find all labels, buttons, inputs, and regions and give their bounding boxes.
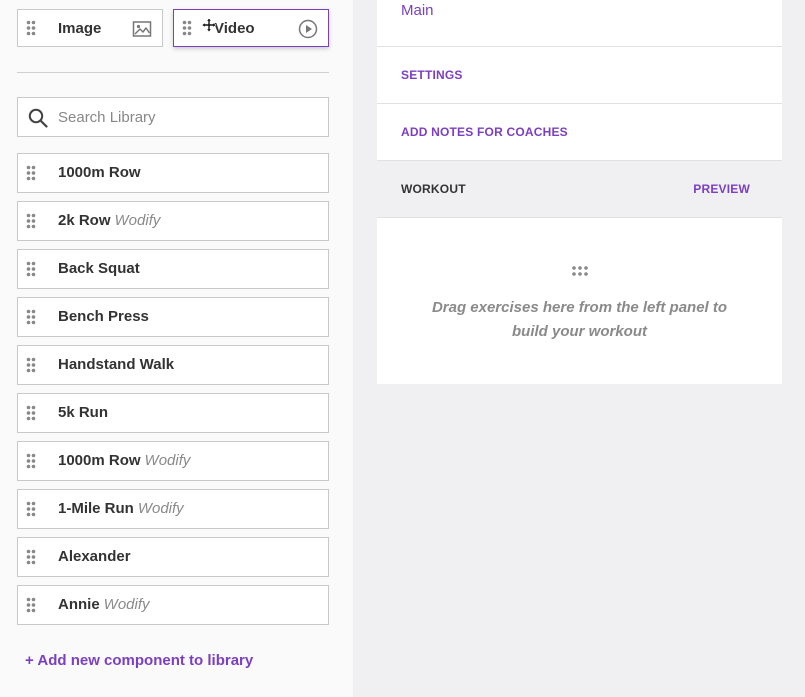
library-item-source-tag: Wodify xyxy=(144,452,191,469)
drop-zone-hint: Drag exercises here from the left panel … xyxy=(431,299,728,340)
library-item-source-tag: Wodify xyxy=(137,500,184,517)
drag-handle-icon[interactable] xyxy=(18,442,44,480)
drag-handle-icon[interactable] xyxy=(18,586,44,624)
library-item[interactable]: 2k Row Wodify xyxy=(17,201,329,241)
drag-handle-icon[interactable] xyxy=(18,394,44,432)
library-item[interactable]: 5k Run xyxy=(17,393,329,433)
library-item[interactable]: 1-Mile Run Wodify xyxy=(17,489,329,529)
library-item[interactable]: 1000m Row xyxy=(17,153,329,193)
drag-handle-icon[interactable] xyxy=(18,490,44,528)
library-item-name: 1000m Row xyxy=(58,164,141,181)
drag-handle-icon[interactable] xyxy=(18,250,44,288)
coach-notes-row[interactable]: ADD NOTES FOR COACHES xyxy=(377,104,782,161)
video-component-button[interactable]: Video xyxy=(173,9,329,47)
library-item-text: 1-Mile Run Wodify xyxy=(58,490,184,528)
library-item-name: 1000m Row xyxy=(58,452,141,469)
main-link[interactable]: Main xyxy=(401,2,434,19)
image-icon xyxy=(132,19,152,39)
library-item-name: 1-Mile Run xyxy=(58,500,134,517)
main-section-row: Main xyxy=(377,0,782,47)
preview-link[interactable]: PREVIEW xyxy=(693,161,750,218)
library-item-text: 2k Row Wodify xyxy=(58,202,160,240)
search-input[interactable] xyxy=(58,98,318,136)
workout-drop-zone[interactable]: Drag exercises here from the left panel … xyxy=(377,218,782,384)
settings-row[interactable]: SETTINGS xyxy=(377,47,782,104)
drag-handle-icon[interactable] xyxy=(18,154,44,192)
library-item-text: 1000m Row Wodify xyxy=(58,442,190,480)
library-item-name: 2k Row xyxy=(58,212,111,229)
library-item-name: 5k Run xyxy=(58,404,109,421)
scroll-gutter xyxy=(782,0,805,697)
library-item-name: Annie xyxy=(58,596,100,613)
workout-label: WORKOUT xyxy=(401,182,466,196)
image-component-label: Image xyxy=(58,20,102,37)
workout-editor: Main SETTINGS ADD NOTES FOR COACHES WORK… xyxy=(377,0,782,384)
drag-handle-icon[interactable] xyxy=(18,10,44,46)
library-item-text: 5k Run xyxy=(58,394,108,432)
library-item[interactable]: Handstand Walk xyxy=(17,345,329,385)
drag-handle-icon[interactable] xyxy=(18,346,44,384)
library-item-name: Bench Press xyxy=(58,308,149,325)
drag-handle-icon[interactable] xyxy=(18,538,44,576)
play-circle-icon xyxy=(298,19,318,39)
library-item-source-tag: Wodify xyxy=(103,596,150,613)
library-search[interactable] xyxy=(17,97,329,137)
settings-link[interactable]: SETTINGS xyxy=(401,47,463,104)
library-item-source-tag: Wodify xyxy=(114,212,161,229)
library-item[interactable]: 1000m Row Wodify xyxy=(17,441,329,481)
library-item-text: Back Squat xyxy=(58,250,140,288)
panel-divider xyxy=(17,72,329,73)
search-icon xyxy=(28,108,48,128)
library-item-text: Bench Press xyxy=(58,298,149,336)
library-item[interactable]: Annie Wodify xyxy=(17,585,329,625)
library-list: 1000m Row 2k Row Wodify Back Squat Bench Pre… xyxy=(17,153,329,633)
drag-handle-icon xyxy=(571,264,589,276)
drag-handle-icon[interactable] xyxy=(174,10,200,46)
drag-handle-icon[interactable] xyxy=(18,202,44,240)
library-item[interactable]: Alexander xyxy=(17,537,329,577)
library-item-name: Alexander xyxy=(58,548,131,565)
library-item-name: Back Squat xyxy=(58,260,140,277)
library-item-name: Handstand Walk xyxy=(58,356,175,373)
library-item-text: Annie Wodify xyxy=(58,586,150,624)
library-item-text: Handstand Walk xyxy=(58,346,174,384)
component-library-panel: Image Video 1000m Row2k RowWodifyBack Sq… xyxy=(0,0,353,697)
workout-header: WORKOUT PREVIEW xyxy=(377,161,782,218)
library-item-text: 1000m Row xyxy=(58,154,141,192)
library-item[interactable]: Bench Press xyxy=(17,297,329,337)
library-item[interactable]: Back Squat xyxy=(17,249,329,289)
library-item-text: Alexander xyxy=(58,538,131,576)
move-cursor-icon xyxy=(201,17,217,33)
add-component-link[interactable]: + Add new component to library xyxy=(25,652,253,669)
add-notes-link[interactable]: ADD NOTES FOR COACHES xyxy=(401,104,568,161)
image-component-button[interactable]: Image xyxy=(17,9,163,47)
video-component-label: Video xyxy=(214,20,255,37)
drag-handle-icon[interactable] xyxy=(18,298,44,336)
